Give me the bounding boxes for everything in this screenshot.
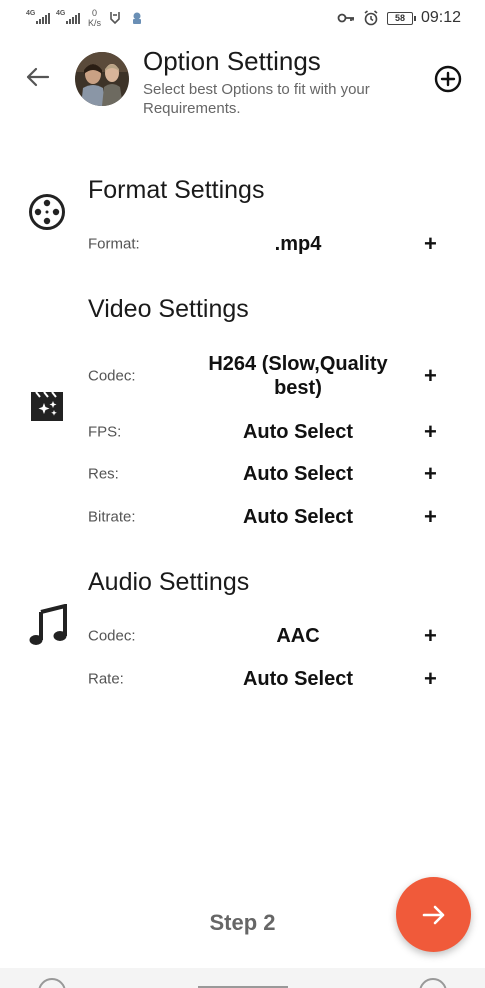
app-notification-icon bbox=[133, 12, 142, 24]
fps-label: FPS: bbox=[88, 423, 122, 441]
audio-codec-add-button[interactable]: + bbox=[424, 623, 437, 649]
video-codec-label: Codec: bbox=[88, 367, 136, 385]
audio-rate-add-button[interactable]: + bbox=[424, 666, 437, 692]
fps-value: Auto Select bbox=[242, 421, 354, 443]
fps-add-button[interactable]: + bbox=[424, 419, 437, 445]
audio-rate-value: Auto Select bbox=[242, 668, 354, 690]
resolution-row[interactable]: Res: Auto Select + bbox=[88, 459, 448, 489]
system-nav-bar bbox=[0, 968, 485, 988]
nav-assistant-icon[interactable] bbox=[38, 978, 66, 988]
bitrate-row[interactable]: Bitrate: Auto Select + bbox=[88, 502, 448, 532]
nav-recent-icon[interactable] bbox=[419, 978, 447, 988]
resolution-label: Res: bbox=[88, 465, 119, 483]
film-reel-icon bbox=[29, 194, 65, 230]
format-row[interactable]: Format: .mp4 + bbox=[88, 229, 448, 259]
bitrate-value: Auto Select bbox=[242, 506, 354, 528]
add-circle-icon[interactable] bbox=[434, 65, 462, 93]
bitrate-label: Bitrate: bbox=[88, 508, 136, 526]
status-bar: 4G 4G 0 K/s 58 09:12 bbox=[0, 0, 485, 40]
signal-icon: 4G bbox=[56, 8, 80, 26]
resolution-add-button[interactable]: + bbox=[424, 461, 437, 487]
next-button[interactable] bbox=[396, 877, 471, 952]
audio-section-title: Audio Settings bbox=[88, 568, 250, 596]
arrow-right-icon bbox=[422, 905, 444, 924]
video-codec-row[interactable]: Codec: H264 (Slow,Quality best) + bbox=[88, 350, 448, 402]
format-value: .mp4 bbox=[274, 233, 322, 255]
audio-codec-value: AAC bbox=[276, 625, 320, 647]
usb-icon bbox=[110, 12, 120, 25]
bitrate-add-button[interactable]: + bbox=[424, 504, 437, 530]
format-label: Format: bbox=[88, 235, 140, 253]
alarm-icon bbox=[364, 10, 378, 26]
video-codec-value: H264 (Slow,Quality best) bbox=[208, 353, 388, 399]
audio-codec-label: Codec: bbox=[88, 627, 136, 645]
key-icon bbox=[337, 13, 354, 23]
audio-rate-label: Rate: bbox=[88, 670, 124, 688]
format-add-button[interactable]: + bbox=[424, 231, 437, 257]
video-codec-add-button[interactable]: + bbox=[424, 363, 437, 389]
format-section-title: Format Settings bbox=[88, 176, 265, 204]
video-section-title: Video Settings bbox=[88, 295, 249, 323]
page-title: Option Settings bbox=[143, 46, 321, 76]
network-speed: 0 K/s bbox=[88, 8, 102, 28]
avatar bbox=[75, 52, 129, 106]
music-note-icon bbox=[29, 604, 67, 645]
movie-effects-icon bbox=[31, 391, 63, 421]
battery-icon: 58 bbox=[386, 11, 416, 25]
resolution-value: Auto Select bbox=[242, 463, 354, 485]
page-subtitle: Select best Options to fit with your Req… bbox=[143, 81, 370, 117]
audio-rate-row[interactable]: Rate: Auto Select + bbox=[88, 664, 448, 694]
fps-row[interactable]: FPS: Auto Select + bbox=[88, 417, 448, 447]
back-arrow-icon[interactable] bbox=[24, 63, 52, 91]
audio-codec-row[interactable]: Codec: AAC + bbox=[88, 621, 448, 651]
status-time: 09:12 bbox=[420, 9, 461, 26]
signal-icon: 4G bbox=[26, 8, 50, 26]
